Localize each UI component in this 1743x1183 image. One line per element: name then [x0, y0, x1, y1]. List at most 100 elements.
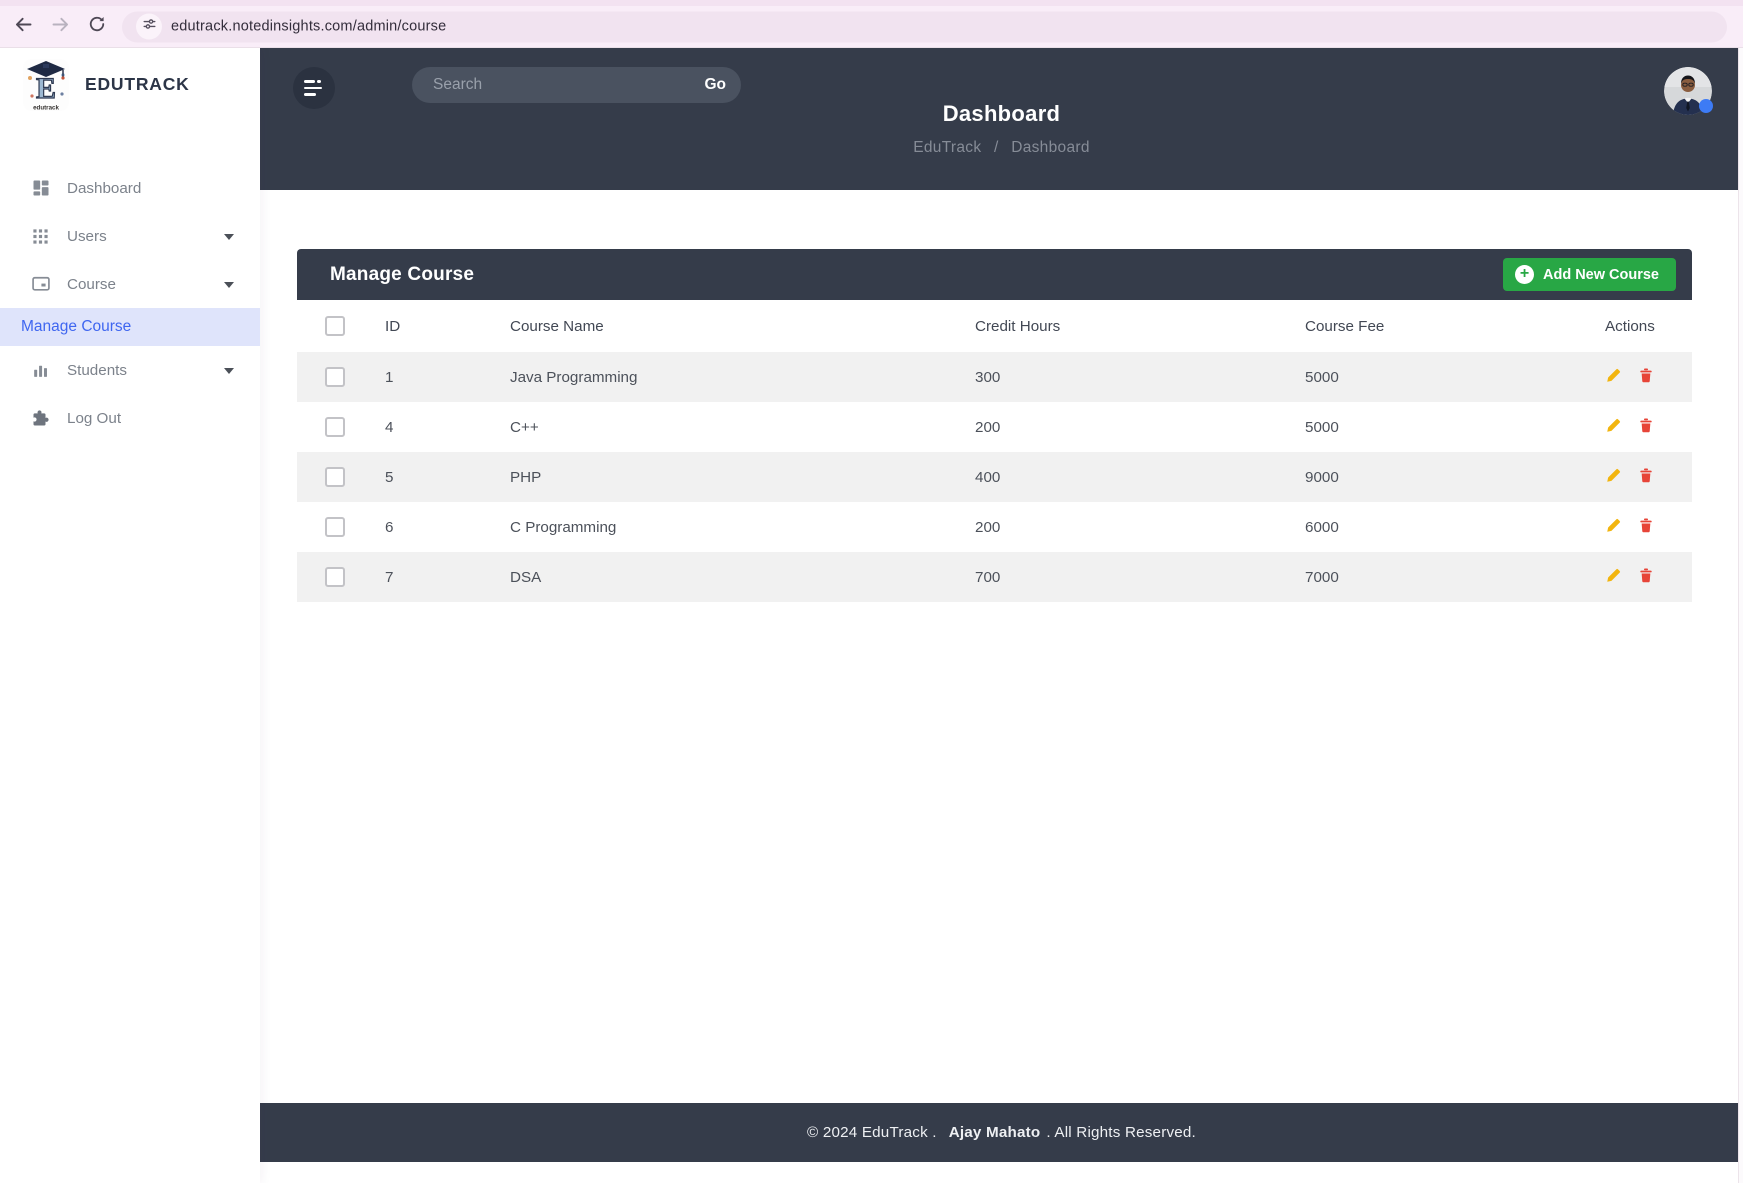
column-header-actions: Actions	[1577, 300, 1692, 352]
edit-course-button[interactable]	[1605, 517, 1622, 537]
row-checkbox[interactable]	[325, 517, 345, 537]
sidebar-item-label: Log Out	[67, 410, 121, 427]
course-table: ID Course Name Credit Hours Course Fee A…	[297, 300, 1692, 602]
sidebar-item-label: Users	[67, 228, 107, 245]
footer-copyright: © 2024 EduTrack .	[807, 1124, 937, 1141]
table-row: 7 DSA 700 7000	[297, 552, 1692, 602]
add-new-course-label: Add New Course	[1543, 267, 1659, 283]
sidebar-item-course[interactable]: Course	[0, 260, 260, 308]
browser-back-button[interactable]	[8, 12, 38, 42]
delete-course-button[interactable]	[1638, 417, 1654, 437]
browser-reload-button[interactable]	[82, 12, 112, 42]
edit-course-button[interactable]	[1605, 367, 1622, 387]
select-all-checkbox[interactable]	[325, 316, 345, 336]
delete-course-button[interactable]	[1638, 567, 1654, 587]
delete-course-button[interactable]	[1638, 467, 1654, 487]
sidebar-nav: Dashboard Users Course Manage Course Stu…	[0, 164, 260, 442]
chevron-down-icon	[224, 234, 234, 240]
students-bars-icon	[30, 360, 51, 381]
row-checkbox[interactable]	[325, 417, 345, 437]
cell-course-id: 7	[357, 552, 482, 602]
row-checkbox[interactable]	[325, 367, 345, 387]
cell-course-id: 6	[357, 502, 482, 552]
footer-rights: . All Rights Reserved.	[1046, 1124, 1196, 1141]
edutrack-logo: E edutrack	[22, 58, 70, 112]
edit-pencil-icon	[1605, 367, 1622, 387]
cell-course-fee: 6000	[1277, 502, 1577, 552]
sidebar-item-label: Dashboard	[67, 180, 141, 197]
edit-course-button[interactable]	[1605, 417, 1622, 437]
delete-course-button[interactable]	[1638, 367, 1654, 387]
search-input[interactable]	[433, 76, 704, 94]
breadcrumb-parent[interactable]: EduTrack	[913, 139, 981, 156]
edit-pencil-icon	[1605, 417, 1622, 437]
page-title: Dashboard	[260, 101, 1743, 127]
sidebar-item-label: Students	[67, 362, 127, 379]
site-info-button[interactable]	[136, 14, 162, 40]
edit-pencil-icon	[1605, 467, 1622, 487]
brand-name: EDUTRACK	[85, 74, 190, 95]
column-header-course-name: Course Name	[482, 300, 947, 352]
cell-course-name: PHP	[482, 452, 947, 502]
table-row: 4 C++ 200 5000	[297, 402, 1692, 452]
cell-course-fee: 5000	[1277, 352, 1577, 402]
url-text: edutrack.notedinsights.com/admin/course	[171, 19, 446, 35]
forward-arrow-icon	[50, 14, 71, 40]
breadcrumb-separator: /	[994, 139, 999, 156]
add-new-course-button[interactable]: Add New Course	[1503, 258, 1676, 291]
tune-icon	[141, 16, 158, 38]
plus-circle-icon	[1515, 265, 1534, 284]
breadcrumb: EduTrack / Dashboard	[260, 139, 1743, 157]
trash-icon	[1638, 367, 1654, 387]
page-scrollbar[interactable]	[1738, 48, 1743, 1183]
cell-course-id: 5	[357, 452, 482, 502]
user-avatar[interactable]	[1664, 67, 1712, 115]
delete-course-button[interactable]	[1638, 517, 1654, 537]
column-header-course-fee: Course Fee	[1277, 300, 1577, 352]
cell-course-fee: 9000	[1277, 452, 1577, 502]
sidebar-item-label: Course	[67, 276, 116, 293]
trash-icon	[1638, 517, 1654, 537]
main-area: Go Dashboard EduTrack / Dashboard	[260, 48, 1743, 1183]
sidebar-item-students[interactable]: Students	[0, 346, 260, 394]
sidebar-item-users[interactable]: Users	[0, 212, 260, 260]
column-header-credit-hours: Credit Hours	[947, 300, 1277, 352]
sidebar-item-dashboard[interactable]: Dashboard	[0, 164, 260, 212]
search-go-button[interactable]: Go	[704, 76, 726, 94]
breadcrumb-current[interactable]: Dashboard	[1011, 139, 1090, 156]
table-row: 6 C Programming 200 6000	[297, 502, 1692, 552]
reload-icon	[87, 14, 107, 39]
menu-icon	[304, 80, 315, 83]
trash-icon	[1638, 467, 1654, 487]
edit-pencil-icon	[1605, 517, 1622, 537]
title-block: Dashboard EduTrack / Dashboard	[260, 101, 1743, 157]
column-header-id: ID	[357, 300, 482, 352]
cell-course-name: C Programming	[482, 502, 947, 552]
back-arrow-icon	[13, 14, 34, 40]
sidebar-item-logout[interactable]: Log Out	[0, 394, 260, 442]
browser-forward-button[interactable]	[45, 12, 75, 42]
cell-credit-hours: 300	[947, 352, 1277, 402]
chevron-down-icon	[224, 368, 234, 374]
cell-course-id: 4	[357, 402, 482, 452]
row-checkbox[interactable]	[325, 567, 345, 587]
trash-icon	[1638, 417, 1654, 437]
edit-course-button[interactable]	[1605, 567, 1622, 587]
table-header-row: ID Course Name Credit Hours Course Fee A…	[297, 300, 1692, 352]
brand-block[interactable]: E edutrack EDUTRACK	[0, 48, 260, 120]
cell-course-name: Java Programming	[482, 352, 947, 402]
cell-credit-hours: 400	[947, 452, 1277, 502]
course-table-body: 1 Java Programming 300 5000 4 C++ 200	[297, 352, 1692, 602]
address-bar[interactable]: edutrack.notedinsights.com/admin/course	[122, 11, 1727, 42]
row-checkbox[interactable]	[325, 467, 345, 487]
table-row: 1 Java Programming 300 5000	[297, 352, 1692, 402]
footer-owner: Ajay Mahato	[949, 1124, 1041, 1141]
panel-title: Manage Course	[330, 264, 474, 286]
cell-credit-hours: 700	[947, 552, 1277, 602]
sidebar-item-manage-course[interactable]: Manage Course	[0, 308, 260, 346]
chevron-down-icon	[224, 282, 234, 288]
cell-course-id: 1	[357, 352, 482, 402]
edit-pencil-icon	[1605, 567, 1622, 587]
edit-course-button[interactable]	[1605, 467, 1622, 487]
sidebar-item-label: Manage Course	[21, 318, 131, 336]
